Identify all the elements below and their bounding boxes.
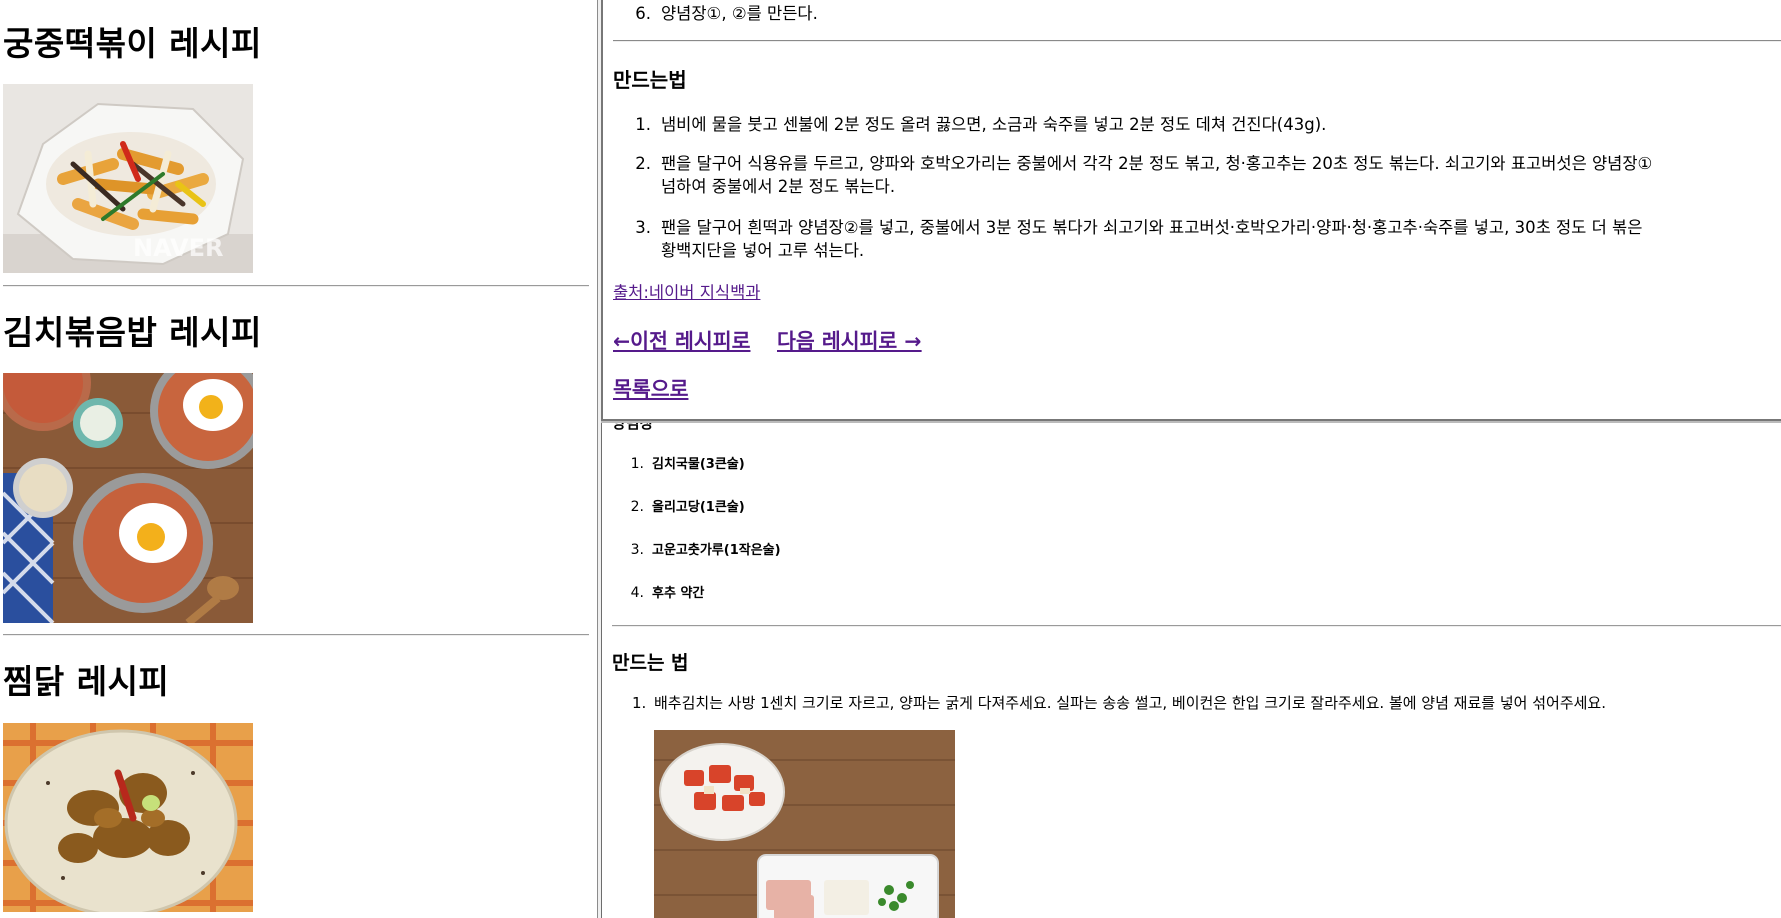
tteokbokki-image[interactable]: NAVER (3, 84, 253, 273)
list-item: 4. 후추 약간 (630, 585, 705, 601)
recipe-detail-frame: 양념장 1. 김치국물(3큰술) 2. 올리고당(1큰술) 3. 고운고춧가루(1작은… (602, 420, 1781, 918)
recipe-list-frame: 궁중떡볶이 레시피 NAVER 김치볶음밥 레시피 찜닭 레시피 (0, 0, 597, 918)
list-item: 3. 고운고춧가루(1작은술) (630, 542, 781, 558)
divider (612, 625, 1781, 627)
divider (613, 40, 1781, 42)
step-image[interactable] (654, 730, 955, 918)
source-link[interactable]: 출처:네이버 지식백과 (613, 279, 760, 303)
recipe-title-jjimdak[interactable]: 찜닭 레시피 (0, 662, 169, 702)
prev-recipe-link[interactable]: ←이전 레시피로 (613, 324, 750, 354)
partial-heading: 양념장 (612, 420, 654, 432)
back-to-list-link[interactable]: 목록으로 (613, 372, 688, 402)
kimchi-fried-rice-image[interactable] (3, 373, 253, 623)
method-step: 1. 배추김치는 사방 1센치 크기로 자르고, 양파는 굵게 다져주세요. 실파… (632, 694, 1606, 712)
recipe-popup-window: 6. 양념장①, ②를 만든다. 만드는법 1. 냄비에 물을 붓고 센불에 2분 … (601, 0, 1781, 421)
list-item: 2. 올리고당(1큰술) (630, 499, 745, 515)
method-title: 만드는 법 (612, 652, 689, 674)
recipe-title-tteokbokki[interactable]: 궁중떡볶이 레시피 (0, 24, 262, 64)
jjimdak-image[interactable] (3, 723, 253, 912)
divider (3, 285, 589, 287)
divider (3, 634, 589, 636)
next-recipe-link[interactable]: 다음 레시피로 → (777, 324, 922, 354)
recipe-title-kimchi-fried-rice[interactable]: 김치볶음밥 레시피 (0, 313, 262, 353)
method-title: 만드는법 (613, 68, 687, 92)
list-item: 1. 김치국물(3큰술) (630, 456, 745, 472)
naver-watermark: NAVER (133, 234, 223, 262)
